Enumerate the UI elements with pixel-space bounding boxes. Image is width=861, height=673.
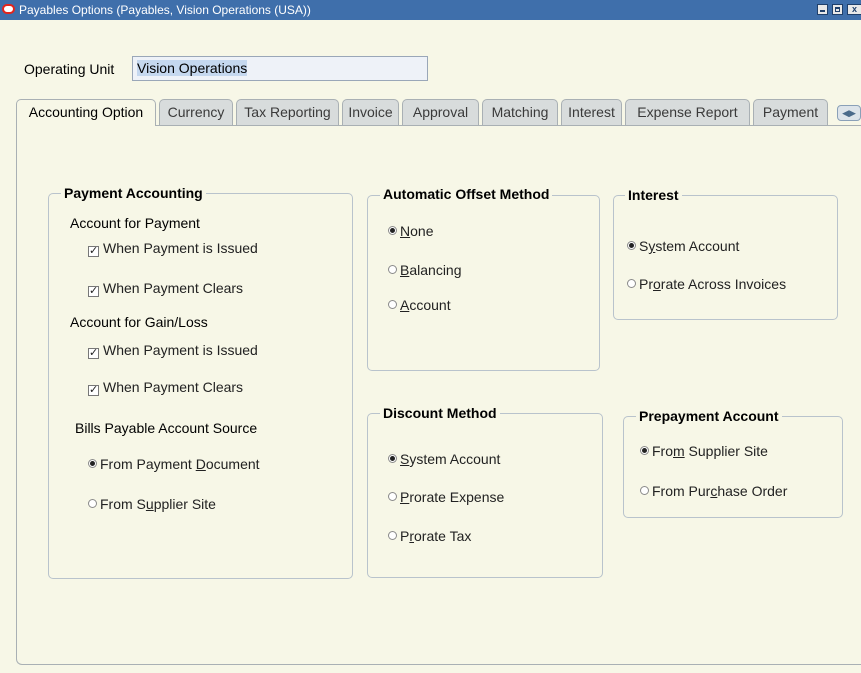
radio-selected-icon (627, 241, 636, 250)
prepayment-from-supplier-site-radio[interactable]: From Supplier Site (640, 443, 768, 459)
prepayment-account-title: Prepayment Account (636, 408, 782, 424)
tab-accounting-option[interactable]: Accounting Option (16, 99, 156, 126)
gain-issued-label: When Payment is Issued (103, 342, 258, 358)
automatic-offset-title: Automatic Offset Method (380, 186, 553, 202)
radio-unselected-icon (388, 265, 397, 274)
radio-unselected-icon (640, 486, 649, 495)
tab-scroll-right-icon[interactable]: ◀▶ (837, 105, 861, 121)
tab-interest[interactable]: Interest (561, 99, 622, 125)
discount-prorate-expense-radio[interactable]: Prorate Expense (388, 489, 504, 505)
radio-unselected-icon (388, 300, 397, 309)
tab-tax-reporting[interactable]: Tax Reporting (236, 99, 339, 125)
gain-clears-label: When Payment Clears (103, 379, 244, 395)
gain-issued-checkbox[interactable]: ✓ When Payment is Issued (88, 342, 258, 359)
tab-matching[interactable]: Matching (482, 99, 558, 125)
operating-unit-label: Operating Unit (24, 61, 115, 77)
automatic-offset-group (367, 195, 600, 371)
radio-unselected-icon (388, 531, 397, 540)
radio-unselected-icon (388, 492, 397, 501)
tab-expense-report[interactable]: Expense Report (625, 99, 750, 125)
discount-method-title: Discount Method (380, 405, 500, 421)
interest-title: Interest (625, 187, 682, 203)
offset-balancing-radio[interactable]: Balancing (388, 262, 462, 278)
interest-group (613, 195, 838, 320)
window-title: Payables Options (Payables, Vision Opera… (19, 3, 311, 17)
radio-selected-icon (388, 454, 397, 463)
tab-payment[interactable]: Payment (753, 99, 828, 125)
maximize-icon[interactable] (832, 4, 843, 15)
interest-prorate-invoices-radio[interactable]: Prorate Across Invoices (627, 276, 786, 292)
payment-issued-label: When Payment is Issued (103, 240, 258, 256)
checkbox-checked-icon: ✓ (88, 285, 99, 297)
checkbox-checked-icon: ✓ (88, 347, 99, 359)
operating-unit-value: Vision Operations (137, 60, 248, 76)
payment-clears-label: When Payment Clears (103, 280, 244, 296)
discount-prorate-tax-radio[interactable]: Prorate Tax (388, 528, 471, 544)
tab-invoice[interactable]: Invoice (342, 99, 399, 125)
window-titlebar: Payables Options (Payables, Vision Opera… (0, 0, 861, 20)
account-for-gain-loss-label: Account for Gain/Loss (70, 314, 208, 330)
payment-clears-checkbox[interactable]: ✓ When Payment Clears (88, 280, 243, 297)
payment-accounting-title: Payment Accounting (61, 185, 206, 201)
radio-unselected-icon (627, 279, 636, 288)
offset-none-radio[interactable]: None (388, 223, 433, 239)
radio-selected-icon (640, 446, 649, 455)
bills-payable-label: Bills Payable Account Source (75, 420, 258, 436)
radio-selected-icon (388, 226, 397, 235)
oracle-logo-icon (2, 4, 15, 14)
prepayment-account-group (623, 416, 843, 518)
bills-from-payment-document-radio[interactable]: From Payment Document (88, 456, 260, 472)
interest-system-account-radio[interactable]: System Account (627, 238, 739, 254)
minimize-icon[interactable] (817, 4, 828, 15)
close-icon[interactable]: x (847, 4, 861, 15)
prepayment-from-purchase-order-radio[interactable]: From Purchase Order (640, 483, 787, 499)
gain-clears-checkbox[interactable]: ✓ When Payment Clears (88, 379, 243, 396)
checkbox-checked-icon: ✓ (88, 384, 99, 396)
radio-unselected-icon (88, 499, 97, 508)
offset-account-radio[interactable]: Account (388, 297, 451, 313)
tab-approval[interactable]: Approval (402, 99, 479, 125)
checkbox-checked-icon: ✓ (88, 245, 99, 257)
radio-selected-icon (88, 459, 97, 468)
tab-currency[interactable]: Currency (159, 99, 233, 125)
discount-system-account-radio[interactable]: System Account (388, 451, 500, 467)
account-for-payment-label: Account for Payment (70, 215, 200, 231)
payment-issued-checkbox[interactable]: ✓ When Payment is Issued (88, 240, 258, 257)
operating-unit-field[interactable]: Vision Operations (132, 56, 428, 81)
bills-from-supplier-site-radio[interactable]: From Supplier Site (88, 496, 216, 512)
